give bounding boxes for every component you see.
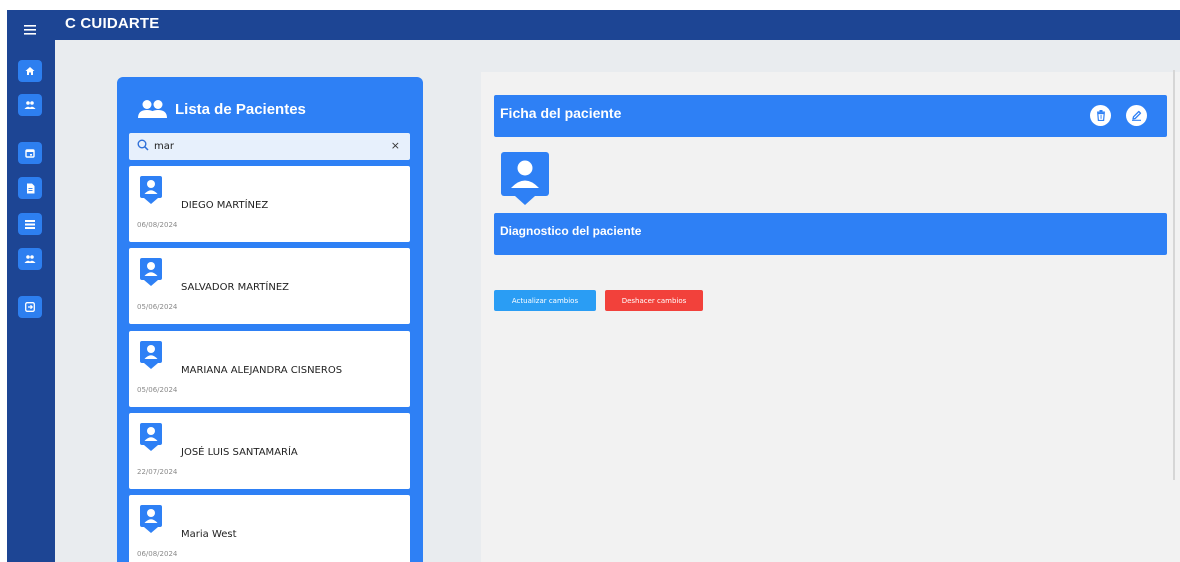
sidebar-item-users[interactable]	[18, 248, 42, 270]
list-item[interactable]: DIEGO MARTÍNEZ 06/08/2024	[129, 166, 410, 242]
hamburger-icon[interactable]	[20, 21, 40, 39]
list-item[interactable]: SALVADOR MARTÍNEZ 05/06/2024	[129, 248, 410, 324]
sidebar	[7, 10, 55, 562]
pencil-icon	[1132, 110, 1142, 121]
patient-avatar-icon	[140, 341, 162, 369]
delete-button[interactable]	[1090, 105, 1111, 126]
patient-search: ×	[129, 133, 410, 160]
sidebar-item-logout[interactable]	[18, 296, 42, 318]
patient-name: JOSÉ LUIS SANTAMARÍA	[181, 447, 298, 458]
people-icon	[24, 255, 36, 263]
document-icon	[26, 183, 34, 193]
patient-photo-icon	[501, 152, 549, 205]
top-header: C CUIDARTE	[55, 10, 1180, 40]
patient-date: 06/08/2024	[137, 221, 178, 229]
trash-icon	[1096, 110, 1105, 121]
list-item[interactable]: Maria West 06/08/2024	[129, 495, 410, 562]
logout-icon	[25, 302, 35, 312]
patient-detail-panel: Ficha del paciente Diagnostico del pacie…	[481, 72, 1180, 562]
sidebar-item-patients[interactable]	[18, 94, 42, 116]
diagnosis-title: Diagnostico del paciente	[500, 224, 642, 238]
app-frame: C CUIDARTE Lista de Pacientes × DIEGO MA…	[7, 10, 1180, 562]
sub-header	[55, 40, 1180, 70]
people-icon	[138, 100, 167, 118]
edit-button[interactable]	[1126, 105, 1147, 126]
patient-date: 06/08/2024	[137, 550, 178, 558]
scrollbar[interactable]	[1173, 70, 1175, 480]
patient-avatar-icon	[140, 505, 162, 533]
patient-list-title: Lista de Pacientes	[175, 100, 306, 118]
patient-name: SALVADOR MARTÍNEZ	[181, 282, 289, 293]
patient-list-header: Lista de Pacientes	[137, 99, 306, 119]
people-icon	[24, 101, 36, 109]
search-input[interactable]	[154, 138, 374, 155]
sidebar-item-documents[interactable]	[18, 177, 42, 199]
list-item[interactable]: JOSÉ LUIS SANTAMARÍA 22/07/2024	[129, 413, 410, 489]
patient-record-title: Ficha del paciente	[500, 105, 622, 121]
undo-changes-button[interactable]: Deshacer cambios	[605, 290, 703, 311]
home-icon	[25, 67, 35, 75]
diagnosis-bar: Diagnostico del paciente	[494, 213, 1167, 255]
patient-name: MARIANA ALEJANDRA CISNEROS	[181, 365, 343, 376]
patient-date: 05/06/2024	[137, 303, 178, 311]
sidebar-item-list[interactable]	[18, 213, 42, 235]
patient-record-bar: Ficha del paciente	[494, 95, 1167, 137]
patient-name: DIEGO MARTÍNEZ	[181, 200, 269, 211]
calendar-icon	[25, 149, 35, 158]
patient-date: 22/07/2024	[137, 468, 178, 476]
clear-search-icon[interactable]: ×	[391, 139, 400, 152]
patient-avatar-icon	[140, 176, 162, 204]
app-title: C CUIDARTE	[65, 15, 160, 32]
sidebar-item-home[interactable]	[18, 60, 42, 82]
list-icon	[25, 219, 35, 229]
search-icon	[137, 139, 149, 151]
patient-date: 05/06/2024	[137, 386, 178, 394]
patient-name: Maria West	[181, 529, 237, 540]
patient-avatar-icon	[140, 258, 162, 286]
patient-list-panel: Lista de Pacientes × DIEGO MARTÍNEZ 06/0…	[117, 77, 423, 562]
list-item[interactable]: MARIANA ALEJANDRA CISNEROS 05/06/2024	[129, 331, 410, 407]
patient-avatar-icon	[140, 423, 162, 451]
update-changes-button[interactable]: Actualizar cambios	[494, 290, 596, 311]
sidebar-item-calendar[interactable]	[18, 142, 42, 164]
